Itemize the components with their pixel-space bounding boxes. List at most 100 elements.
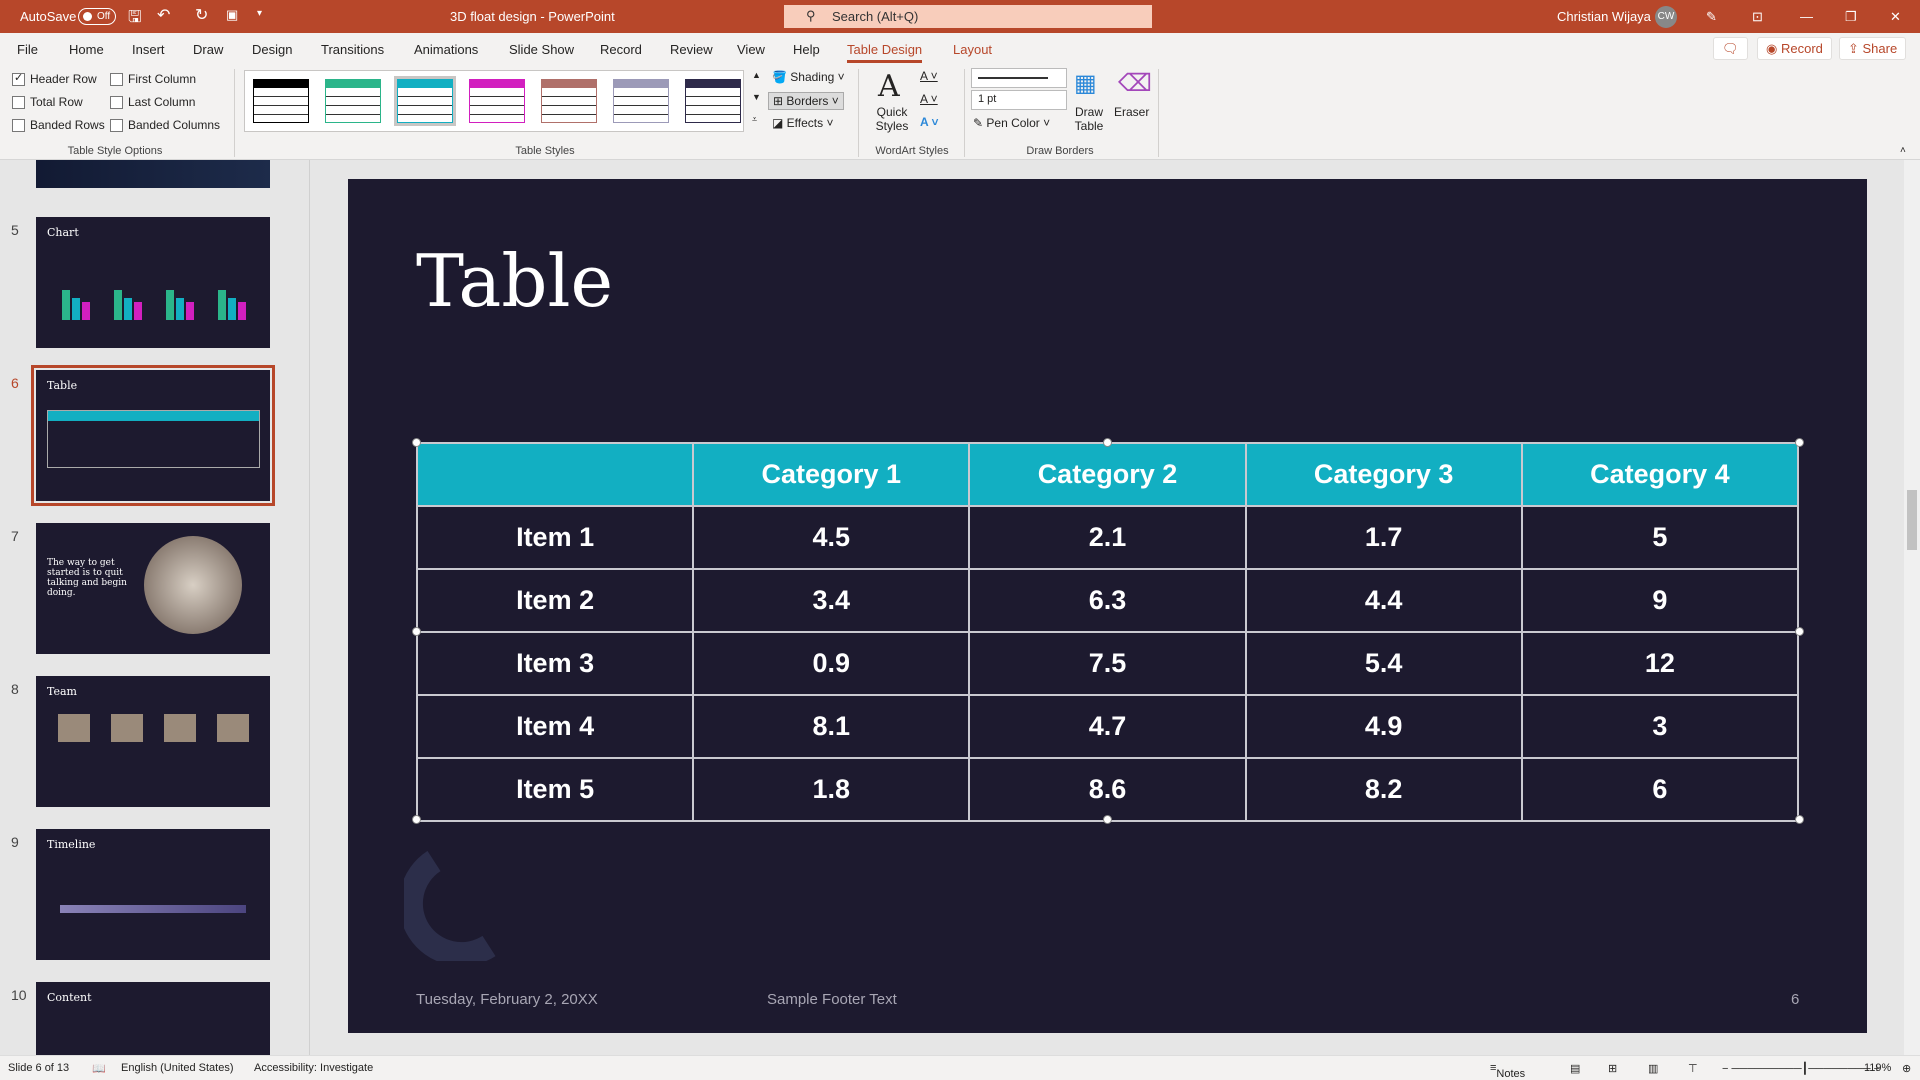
tab-slide-show[interactable]: Slide Show bbox=[509, 42, 574, 57]
table-style-option[interactable] bbox=[613, 79, 669, 123]
table-cell[interactable]: 1.7 bbox=[1244, 505, 1523, 570]
resize-handle[interactable] bbox=[412, 627, 421, 636]
fit-slide-icon[interactable]: ⊕ bbox=[1902, 1062, 1911, 1075]
table-style-option[interactable] bbox=[469, 79, 525, 123]
undo-icon[interactable]: ↶ bbox=[157, 5, 170, 25]
shading-button[interactable]: 🪣 Shading ˅ bbox=[772, 70, 845, 84]
pen-style-dropdown[interactable] bbox=[971, 68, 1067, 88]
table-style-option[interactable] bbox=[541, 79, 597, 123]
normal-view-icon[interactable]: ▤ bbox=[1570, 1062, 1580, 1075]
borders-button[interactable]: ⊞ Borders ˅ bbox=[768, 92, 844, 110]
table-cell[interactable]: Item 4 bbox=[415, 694, 695, 759]
resize-handle[interactable] bbox=[1103, 815, 1112, 824]
resize-handle[interactable] bbox=[1103, 438, 1112, 447]
slide-thumbnail[interactable]: Chart bbox=[36, 217, 270, 348]
resize-handle[interactable] bbox=[412, 438, 421, 447]
table-cell[interactable]: Item 5 bbox=[415, 757, 695, 822]
quick-styles-button[interactable]: Quick Styles bbox=[868, 105, 916, 133]
tab-record[interactable]: Record bbox=[600, 42, 642, 57]
table-cell[interactable]: 4.7 bbox=[968, 694, 1247, 759]
text-outline-icon[interactable]: A ˅ bbox=[920, 92, 938, 106]
avatar[interactable]: CW bbox=[1655, 6, 1677, 28]
data-table[interactable]: Category 1 Category 2 Category 3 Category 4… bbox=[415, 442, 1800, 822]
table-header-cell[interactable]: Category 3 bbox=[1244, 442, 1523, 507]
zoom-slider[interactable]: − ─────────┃──────── + bbox=[1722, 1062, 1880, 1075]
eraser-button[interactable]: Eraser bbox=[1114, 105, 1149, 119]
minimize-button[interactable]: — bbox=[1800, 9, 1813, 24]
table-cell[interactable]: 12 bbox=[1520, 631, 1800, 696]
table-cell[interactable]: Item 1 bbox=[415, 505, 695, 570]
table-cell[interactable]: 4.9 bbox=[1244, 694, 1523, 759]
resize-handle[interactable] bbox=[1795, 815, 1804, 824]
table-cell[interactable]: 4.5 bbox=[692, 505, 971, 570]
effects-button[interactable]: ◪ Effects ˅ bbox=[772, 116, 833, 130]
pen-color-button[interactable]: ✎ Pen Color ˅ bbox=[973, 116, 1050, 130]
table-cell[interactable]: 5 bbox=[1520, 505, 1800, 570]
table-cell[interactable]: 9 bbox=[1520, 568, 1800, 633]
resize-handle[interactable] bbox=[1795, 627, 1804, 636]
slide-thumbnail[interactable]: Content bbox=[36, 982, 270, 1055]
vertical-scrollbar[interactable] bbox=[1904, 160, 1920, 1055]
table-cell[interactable]: 8.1 bbox=[692, 694, 971, 759]
tab-home[interactable]: Home bbox=[69, 42, 104, 57]
customize-toolbar-icon[interactable]: ▾ bbox=[257, 8, 262, 19]
total-row-checkbox[interactable]: Total Row bbox=[12, 95, 83, 109]
table-cell[interactable]: 8.2 bbox=[1244, 757, 1523, 822]
pen-icon[interactable]: ✎ bbox=[1706, 9, 1717, 25]
draw-table-icon[interactable]: ▦ bbox=[1074, 69, 1097, 98]
share-button[interactable]: ⇪ Share bbox=[1839, 37, 1907, 60]
record-button[interactable]: ◉ Record bbox=[1757, 37, 1832, 60]
present-icon[interactable]: ▣ bbox=[226, 7, 238, 23]
table-cell[interactable]: 2.1 bbox=[968, 505, 1247, 570]
last-column-checkbox[interactable]: Last Column bbox=[110, 95, 195, 109]
tab-review[interactable]: Review bbox=[670, 42, 713, 57]
table-cell[interactable]: Item 3 bbox=[415, 631, 695, 696]
table-style-option[interactable] bbox=[394, 76, 456, 126]
table-style-option[interactable] bbox=[685, 79, 741, 123]
eraser-icon[interactable]: ⌫ bbox=[1118, 69, 1152, 98]
tab-design[interactable]: Design bbox=[252, 42, 292, 57]
tab-table-design[interactable]: Table Design bbox=[847, 42, 923, 63]
table-header-cell[interactable]: Category 4 bbox=[1520, 442, 1800, 507]
accessibility-status[interactable]: Accessibility: Investigate bbox=[254, 1062, 373, 1074]
table-cell[interactable]: 4.4 bbox=[1244, 568, 1523, 633]
restore-button[interactable]: ❐ bbox=[1845, 9, 1857, 25]
autosave-toggle[interactable]: Off bbox=[78, 8, 116, 25]
text-fill-icon[interactable]: A ˅ bbox=[920, 69, 938, 83]
ribbon-display-icon[interactable]: ⊡ bbox=[1752, 9, 1763, 25]
spellcheck-icon[interactable]: 📖 bbox=[92, 1062, 106, 1075]
table-cell[interactable]: 7.5 bbox=[968, 631, 1247, 696]
banded-rows-checkbox[interactable]: Banded Rows bbox=[12, 118, 105, 132]
slide-thumbnail[interactable]: Timeline bbox=[36, 829, 270, 960]
save-icon[interactable]: 🖫 bbox=[128, 6, 142, 33]
gallery-down-icon[interactable]: ▼ bbox=[752, 92, 761, 102]
table-header-cell[interactable] bbox=[415, 442, 695, 507]
notes-button[interactable]: ≡ Notes bbox=[1490, 1062, 1525, 1080]
close-button[interactable]: ✕ bbox=[1890, 9, 1901, 25]
table-cell[interactable]: 6 bbox=[1520, 757, 1800, 822]
table-cell[interactable]: 0.9 bbox=[692, 631, 971, 696]
tab-insert[interactable]: Insert bbox=[132, 42, 165, 57]
resize-handle[interactable] bbox=[412, 815, 421, 824]
banded-columns-checkbox[interactable]: Banded Columns bbox=[110, 118, 220, 132]
comments-button[interactable]: 🗨 bbox=[1713, 37, 1748, 60]
search-input[interactable]: ⚲ Search (Alt+Q) bbox=[784, 5, 1152, 28]
quick-styles-icon[interactable]: A bbox=[878, 69, 900, 104]
redo-icon[interactable]: ↻ bbox=[195, 5, 208, 25]
tab-draw[interactable]: Draw bbox=[193, 42, 223, 57]
slide-sorter-icon[interactable]: ⊞ bbox=[1608, 1062, 1617, 1075]
slide-canvas[interactable]: Table Category 1 Category 2 Category 3 Cate… bbox=[348, 179, 1867, 1033]
tab-file[interactable]: File bbox=[17, 42, 38, 57]
table-style-option[interactable] bbox=[325, 79, 381, 123]
slide-thumbnail[interactable]: Team bbox=[36, 676, 270, 807]
table-header-cell[interactable]: Category 2 bbox=[968, 442, 1247, 507]
tab-help[interactable]: Help bbox=[793, 42, 820, 57]
table-cell[interactable]: 1.8 bbox=[692, 757, 971, 822]
gallery-more-icon[interactable]: ⩡ bbox=[752, 114, 757, 125]
resize-handle[interactable] bbox=[1795, 438, 1804, 447]
reading-view-icon[interactable]: ▥ bbox=[1648, 1062, 1658, 1075]
table-cell[interactable]: 6.3 bbox=[968, 568, 1247, 633]
table-cell[interactable]: 5.4 bbox=[1244, 631, 1523, 696]
slide-title[interactable]: Table bbox=[416, 239, 613, 323]
first-column-checkbox[interactable]: First Column bbox=[110, 72, 196, 86]
